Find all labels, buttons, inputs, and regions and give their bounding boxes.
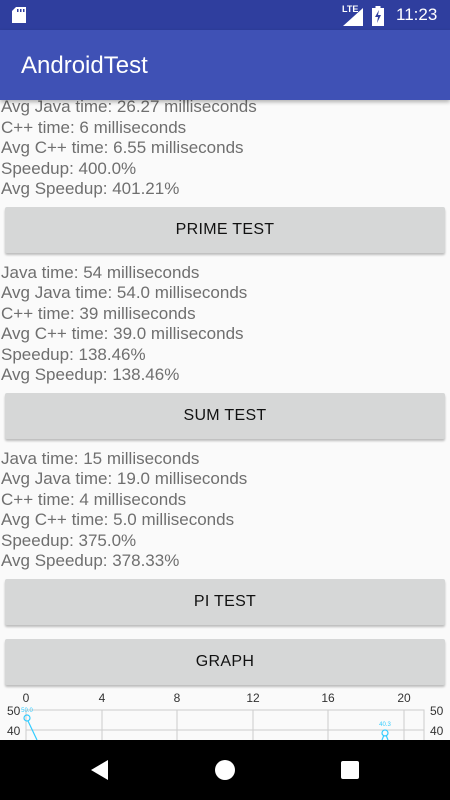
- point-value-label: 50.0: [21, 708, 33, 714]
- status-bar: LTE 11:23: [0, 0, 450, 30]
- navigation-bar: [0, 740, 450, 800]
- data-point: [381, 729, 389, 737]
- result-line: Avg Speedup: 401.21%: [1, 179, 180, 198]
- result-line: Speedup: 375.0%: [1, 531, 137, 550]
- result-line: Java time: 54 milliseconds: [1, 263, 200, 282]
- recents-icon[interactable]: [335, 755, 365, 785]
- y-tick-label-right: 40: [430, 724, 444, 738]
- x-tick-label: 4: [99, 691, 106, 705]
- battery-charging-icon: [372, 6, 384, 26]
- result-line: Avg Java time: 26.27 milliseconds: [1, 100, 257, 116]
- result-line: Avg Java time: 19.0 milliseconds: [1, 469, 248, 488]
- result-line: Avg C++ time: 39.0 milliseconds: [1, 324, 244, 343]
- signal-icon: [343, 8, 363, 26]
- x-tick-label: 20: [397, 691, 411, 705]
- status-clock: 11:23: [396, 5, 438, 24]
- point-value-label: 40.3: [379, 722, 391, 728]
- data-point: [23, 714, 31, 722]
- x-tick-label: 16: [321, 691, 335, 705]
- graph-gridlines: [26, 710, 424, 740]
- graph-plot-area: [25, 709, 425, 740]
- results-scroll-view[interactable]: Avg Java time: 26.27 milliseconds C++ ti…: [0, 100, 450, 740]
- sum-test-button[interactable]: SUM TEST: [5, 393, 445, 439]
- sd-card-icon: [12, 7, 26, 23]
- result-line: Java time: 15 milliseconds: [1, 449, 200, 468]
- app-title: AndroidTest: [21, 52, 148, 79]
- graph-button[interactable]: GRAPH: [5, 639, 445, 685]
- result-line: Speedup: 400.0%: [1, 159, 137, 178]
- x-tick-label: 8: [174, 691, 181, 705]
- result-line: C++ time: 4 milliseconds: [1, 490, 187, 509]
- home-icon[interactable]: [210, 755, 240, 785]
- y-tick-label-right: 50: [430, 704, 444, 718]
- result-line: C++ time: 39 milliseconds: [1, 304, 196, 323]
- x-tick-label: 0: [23, 691, 30, 705]
- result-line: Avg C++ time: 5.0 milliseconds: [1, 510, 235, 529]
- x-tick-label: 12: [246, 691, 260, 705]
- result-line: Avg Java time: 54.0 milliseconds: [1, 283, 248, 302]
- result-line: Speedup: 138.46%: [1, 345, 146, 364]
- result-line: Avg Speedup: 378.33%: [1, 551, 180, 570]
- pi-test-button[interactable]: PI TEST: [5, 579, 445, 625]
- y-tick-label-left: 50: [7, 704, 21, 718]
- app-bar: AndroidTest: [0, 30, 450, 100]
- result-line: Avg C++ time: 6.55 milliseconds: [1, 138, 244, 157]
- y-tick-label-left: 40: [7, 724, 21, 738]
- result-line: C++ time: 6 milliseconds: [1, 118, 187, 137]
- prime-test-button[interactable]: PRIME TEST: [5, 207, 445, 253]
- result-line: Avg Speedup: 138.46%: [1, 365, 180, 384]
- results-graph[interactable]: 0 4 8 12 16 20 50 40 50 40 50.0 40.3: [0, 688, 450, 740]
- back-icon[interactable]: [85, 755, 115, 785]
